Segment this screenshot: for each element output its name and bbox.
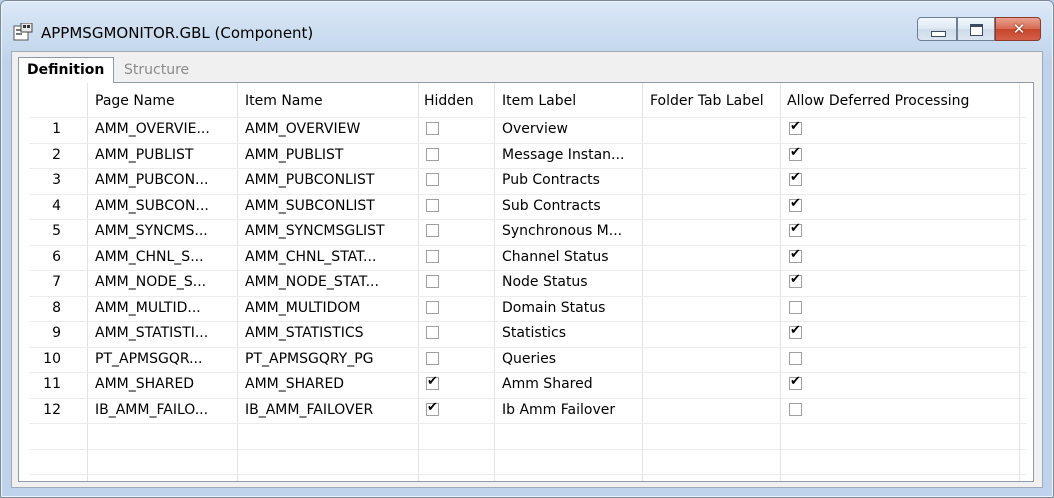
hidden-checkbox[interactable] (426, 300, 439, 314)
row-number[interactable]: 7 (37, 274, 61, 290)
header-hidden[interactable]: Hidden (424, 93, 474, 109)
item-label-cell[interactable]: Ib Amm Failover (502, 402, 615, 418)
hidden-checkbox[interactable] (426, 198, 439, 212)
component-icon (13, 23, 33, 41)
item-label-cell[interactable]: Synchronous M... (502, 223, 622, 239)
item-label-cell[interactable]: Sub Contracts (502, 198, 601, 214)
item-name-cell[interactable]: AMM_SHARED (245, 376, 344, 392)
header-page-name[interactable]: Page Name (95, 93, 175, 109)
hidden-checkbox[interactable] (426, 249, 439, 263)
maximize-icon (970, 24, 983, 36)
item-label-cell[interactable]: Overview (502, 121, 568, 137)
item-name-cell[interactable]: AMM_PUBCONLIST (245, 172, 374, 188)
deferred-checkbox[interactable] (789, 119, 802, 135)
hidden-checkbox[interactable] (426, 400, 439, 416)
item-name-cell[interactable]: IB_AMM_FAILOVER (245, 402, 373, 418)
tab-structure[interactable]: Structure (116, 59, 204, 81)
item-name-cell[interactable]: AMM_MULTIDOM (245, 300, 361, 316)
item-name-cell[interactable]: PT_APMSGQRY_PG (245, 351, 374, 367)
deferred-checkbox[interactable] (789, 374, 802, 390)
page-name-cell[interactable]: AMM_OVERVIE... (95, 121, 210, 137)
hidden-checkbox[interactable] (426, 275, 439, 288)
item-label-cell[interactable]: Pub Contracts (502, 172, 600, 188)
page-name-cell[interactable]: AMM_NODE_S... (95, 274, 206, 290)
hidden-checkbox[interactable] (426, 173, 439, 186)
page-name-cell[interactable]: AMM_CHNL_S... (95, 249, 204, 265)
row-number[interactable]: 11 (37, 376, 61, 392)
deferred-checkbox[interactable] (789, 351, 802, 365)
maximize-button[interactable] (957, 17, 995, 41)
hidden-checkbox[interactable] (426, 122, 439, 135)
row-divider (29, 474, 1027, 475)
item-label-cell[interactable]: Channel Status (502, 249, 609, 265)
window-controls: ✕ (917, 17, 1041, 41)
deferred-checkbox[interactable] (789, 300, 802, 314)
hidden-checkbox[interactable] (426, 351, 439, 365)
item-label-cell[interactable]: Queries (502, 351, 556, 367)
row-number[interactable]: 4 (37, 198, 61, 214)
page-name-cell[interactable]: PT_APMSGQR... (95, 351, 202, 367)
deferred-checkbox[interactable] (789, 221, 802, 237)
page-name-cell[interactable]: AMM_SYNCMS... (95, 223, 208, 239)
item-name-cell[interactable]: AMM_SYNCMSGLIST (245, 223, 385, 239)
page-name-cell[interactable]: AMM_SUBCON... (95, 198, 209, 214)
row-number[interactable]: 5 (37, 223, 61, 239)
item-name-cell[interactable]: AMM_CHNL_STAT... (245, 249, 376, 265)
item-label-cell[interactable]: Statistics (502, 325, 566, 341)
page-name-cell[interactable]: IB_AMM_FAILO... (95, 402, 208, 418)
deferred-checkbox[interactable] (789, 272, 802, 288)
minimize-icon (931, 31, 946, 37)
deferred-checkbox[interactable] (789, 196, 802, 212)
window-title: APPMSGMONITOR.GBL (Component) (41, 24, 314, 42)
item-name-cell[interactable]: AMM_STATISTICS (245, 325, 364, 341)
item-label-cell[interactable]: Node Status (502, 274, 588, 290)
deferred-checkbox[interactable] (789, 323, 802, 339)
hidden-checkbox[interactable] (426, 374, 439, 390)
component-window: APPMSGMONITOR.GBL (Component) ✕ Definiti… (0, 0, 1054, 498)
deferred-checkbox[interactable] (789, 170, 802, 186)
title-bar[interactable]: APPMSGMONITOR.GBL (Component) ✕ (1, 1, 1053, 51)
item-name-cell[interactable]: AMM_NODE_STAT... (245, 274, 379, 290)
row-number[interactable]: 9 (37, 325, 61, 341)
item-name-cell[interactable]: AMM_PUBLIST (245, 147, 343, 163)
item-label-cell[interactable]: Amm Shared (502, 376, 593, 392)
row-number[interactable]: 8 (37, 300, 61, 316)
row-divider (29, 423, 1027, 424)
close-button[interactable]: ✕ (995, 17, 1041, 41)
definition-grid: Page Name Item Name Hidden Item Label Folder… (18, 82, 1034, 482)
header-item-name[interactable]: Item Name (245, 93, 323, 109)
page-name-cell[interactable]: AMM_PUBCON... (95, 172, 208, 188)
deferred-checkbox[interactable] (789, 247, 802, 263)
deferred-checkbox[interactable] (789, 145, 802, 161)
page-name-cell[interactable]: AMM_STATISTI... (95, 325, 208, 341)
close-icon: ✕ (1012, 20, 1026, 38)
item-name-cell[interactable]: AMM_SUBCONLIST (245, 198, 375, 214)
row-number[interactable]: 3 (37, 172, 61, 188)
row-number[interactable]: 6 (37, 249, 61, 265)
header-folder-tab-label[interactable]: Folder Tab Label (650, 93, 764, 109)
row-divider (29, 448, 1027, 450)
page-name-cell[interactable]: AMM_PUBLIST (95, 147, 193, 163)
hidden-checkbox[interactable] (426, 224, 439, 237)
deferred-checkbox[interactable] (789, 402, 802, 416)
row-number[interactable]: 1 (37, 121, 61, 137)
header-item-label[interactable]: Item Label (502, 93, 576, 109)
row-number[interactable]: 12 (37, 402, 61, 418)
row-number[interactable]: 2 (37, 147, 61, 163)
row-number[interactable]: 10 (37, 351, 61, 367)
grid-body: Page Name Item Name Hidden Item Label Folder… (29, 83, 1027, 481)
hidden-checkbox[interactable] (426, 326, 439, 339)
component-client-area: Definition Structure Page Name Item Name H… (11, 51, 1043, 488)
minimize-button[interactable] (917, 17, 957, 41)
header-allow-deferred-processing[interactable]: Allow Deferred Processing (787, 93, 969, 109)
item-name-cell[interactable]: AMM_OVERVIEW (245, 121, 360, 137)
item-label-cell[interactable]: Message Instan... (502, 147, 624, 163)
page-name-cell[interactable]: AMM_MULTID... (95, 300, 201, 316)
page-name-cell[interactable]: AMM_SHARED (95, 376, 194, 392)
tab-definition[interactable]: Definition (18, 57, 114, 83)
hidden-checkbox[interactable] (426, 147, 439, 161)
item-label-cell[interactable]: Domain Status (502, 300, 605, 316)
